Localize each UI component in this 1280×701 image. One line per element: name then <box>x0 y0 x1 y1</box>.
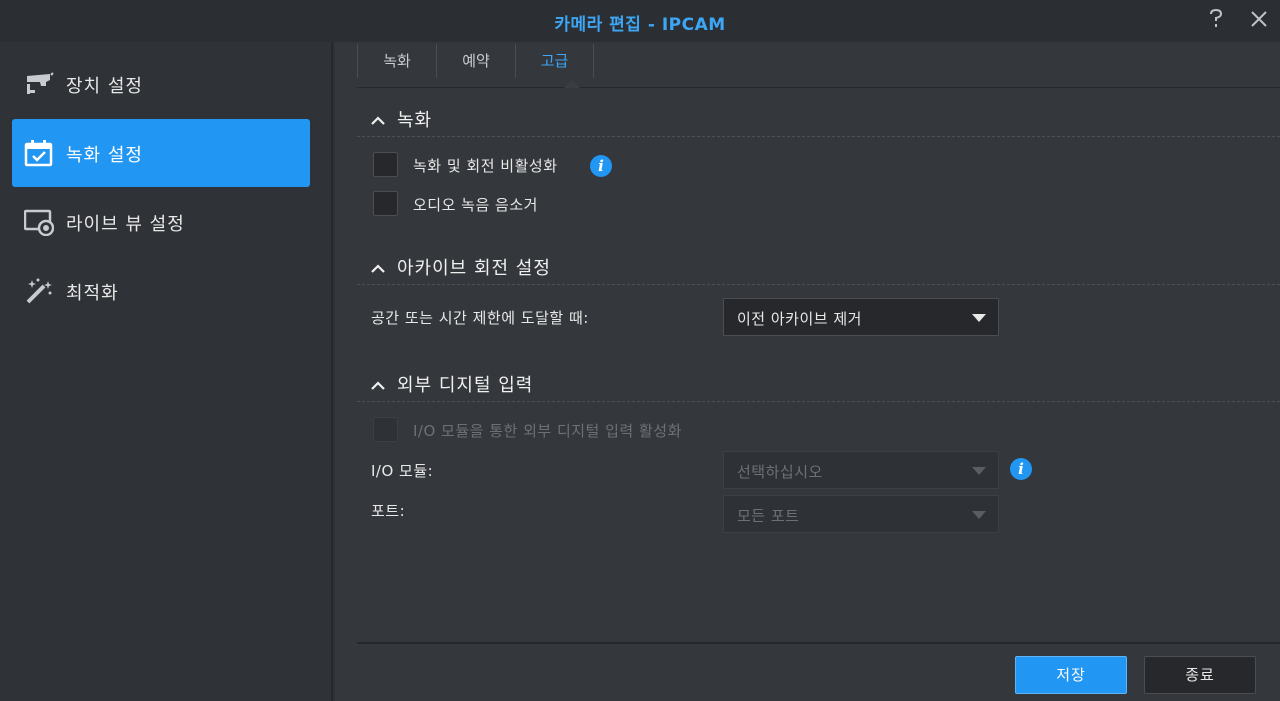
chevron-up-icon <box>371 377 385 391</box>
dropdown-arrow-icon <box>972 511 986 519</box>
tab-bar: 녹화 예약 고급 <box>357 42 1280 88</box>
disable-rotation-label: 녹화 및 회전 비활성화 <box>413 157 558 175</box>
section-digital-input-header[interactable]: 외부 디지털 입력 <box>371 371 533 397</box>
select-placeholder: 선택하십시오 <box>737 463 823 481</box>
main-panel: 녹화 예약 고급 녹화 녹화 및 회전 비활성화 i 오디오 녹음 음소거 아카… <box>335 42 1280 701</box>
tab-schedule[interactable]: 예약 <box>436 44 515 78</box>
save-button[interactable]: 저장 <box>1015 656 1127 694</box>
footer-divider <box>357 642 1280 644</box>
window-title-camera: IPCAM <box>661 15 726 35</box>
disable-rotation-checkbox[interactable] <box>373 152 398 177</box>
select-value: 이전 아카이브 제거 <box>737 310 862 328</box>
calendar-check-icon <box>24 139 54 167</box>
io-module-select[interactable]: 선택하십시오 <box>723 451 999 489</box>
enable-digital-input-checkbox[interactable] <box>373 417 398 442</box>
io-module-label: I/O 모듈: <box>371 462 434 480</box>
sidebar-item-live-view-settings[interactable]: 라이브 뷰 설정 <box>12 188 310 256</box>
divider <box>357 401 1280 402</box>
divider <box>357 136 1280 137</box>
sidebar-item-device-settings[interactable]: 장치 설정 <box>12 50 310 118</box>
section-title: 녹화 <box>397 110 433 131</box>
section-recording-header[interactable]: 녹화 <box>371 106 432 132</box>
enable-digital-input-label: I/O 모듈을 통한 외부 디지털 입력 활성화 <box>413 422 682 440</box>
close-button[interactable]: 종료 <box>1144 656 1256 694</box>
section-title: 외부 디지털 입력 <box>397 375 534 396</box>
port-label: 포트: <box>371 502 406 520</box>
sidebar-item-label: 라이브 뷰 설정 <box>66 214 185 235</box>
archive-limit-label: 공간 또는 시간 제한에 도달할 때: <box>371 309 589 327</box>
tab-recording[interactable]: 녹화 <box>357 44 436 78</box>
info-icon[interactable]: i <box>1010 458 1032 480</box>
dropdown-arrow-icon <box>972 314 986 322</box>
divider <box>357 284 1280 285</box>
select-value: 모든 포트 <box>737 507 800 525</box>
tab-advanced[interactable]: 고급 <box>515 44 594 78</box>
chevron-up-icon <box>371 260 385 274</box>
question-mark-icon[interactable] <box>1205 8 1227 30</box>
active-tab-pointer <box>564 80 580 88</box>
chevron-up-icon <box>371 112 385 126</box>
dropdown-arrow-icon <box>972 467 986 475</box>
title-bar: 카메라 편집 - IPCAM <box>0 0 1280 42</box>
archive-limit-select[interactable]: 이전 아카이브 제거 <box>723 298 999 336</box>
sidebar-item-label: 녹화 설정 <box>66 145 143 166</box>
mute-audio-label: 오디오 녹음 음소거 <box>413 196 538 214</box>
monitor-record-icon <box>23 208 55 237</box>
section-archive-header[interactable]: 아카이브 회전 설정 <box>371 254 551 280</box>
sidebar-item-optimization[interactable]: 최적화 <box>12 257 310 325</box>
sidebar-item-recording-settings[interactable]: 녹화 설정 <box>12 119 310 187</box>
sidebar: 장치 설정 녹화 설정 라이브 뷰 설정 최적화 <box>0 42 333 701</box>
window-title-main: 카메라 편집 <box>554 15 642 35</box>
info-icon[interactable]: i <box>590 155 612 177</box>
camera-icon <box>24 70 54 98</box>
sidebar-item-label: 최적화 <box>66 283 119 304</box>
magic-wand-icon <box>24 277 54 305</box>
window-title-separator: - <box>641 15 662 35</box>
close-icon[interactable] <box>1248 8 1270 30</box>
sidebar-item-label: 장치 설정 <box>66 76 143 97</box>
window-title: 카메라 편집 - IPCAM <box>0 10 1280 35</box>
port-select[interactable]: 모든 포트 <box>723 495 999 533</box>
section-title: 아카이브 회전 설정 <box>397 258 551 279</box>
mute-audio-checkbox[interactable] <box>373 191 398 216</box>
